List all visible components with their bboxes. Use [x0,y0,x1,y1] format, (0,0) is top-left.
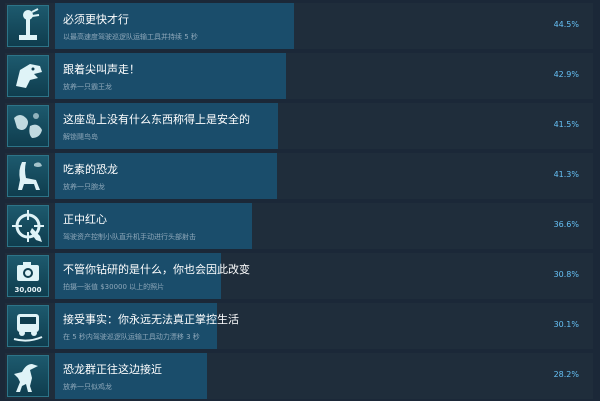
achievement-row[interactable]: 恐龙群正往这边接近 放养一只似鸡龙 28.2% [5,353,593,399]
achievement-description: 放养一只腕龙 [63,183,105,191]
achievement-description: 驾驶资产控制小队直升机手动进行头部射击 [63,233,196,241]
gallimimus-icon [7,355,49,397]
trex-head-icon [7,55,49,97]
achievement-row[interactable]: 正中红心 驾驶资产控制小队直升机手动进行头部射击 36.6% [5,203,593,249]
achievement-row[interactable]: 吃素的恐龙 放养一只腕龙 41.3% [5,153,593,199]
island-map-icon [7,105,49,147]
achievement-list: 必须更快才行 以最高速度驾驶巡逻队运输工具并持续 5 秒 44.5% 跟着尖叫声… [0,0,600,401]
achievement-row[interactable]: 这座岛上没有什么东西称得上是安全的 解锁飓鸟岛 41.5% [5,103,593,149]
achievement-description: 拍摄一张值 $30000 以上的照片 [63,283,165,291]
unlock-percentage: 41.5% [553,120,579,129]
achievement-title: 恐龙群正往这边接近 [63,363,162,376]
brachiosaurus-icon [7,155,49,197]
achievement-title: 接受事实：你永远无法真正掌控生活 [63,313,239,326]
achievement-row[interactable]: 必须更快才行 以最高速度驾驶巡逻队运输工具并持续 5 秒 44.5% [5,3,593,49]
unlock-percentage: 41.3% [553,170,579,179]
unlock-percentage: 42.9% [553,70,579,79]
joystick-icon [7,5,49,47]
unlock-percentage: 36.6% [553,220,579,229]
achievement-title: 必须更快才行 [63,13,129,26]
crosshair-icon [7,205,49,247]
unlock-percentage: 44.5% [553,20,579,29]
achievement-title: 吃素的恐龙 [63,163,118,176]
achievement-title: 正中红心 [63,213,107,226]
achievement-title: 这座岛上没有什么东西称得上是安全的 [63,113,250,126]
achievement-description: 在 5 秒内驾驶巡逻队运输工具动力漂移 3 秒 [63,333,200,341]
achievement-description: 放养一只霸王龙 [63,83,112,91]
achievement-description: 解锁飓鸟岛 [63,133,98,141]
achievement-row[interactable]: 接受事实：你永远无法真正掌控生活 在 5 秒内驾驶巡逻队运输工具动力漂移 3 秒… [5,303,593,349]
achievement-row[interactable]: 跟着尖叫声走！ 放养一只霸王龙 42.9% [5,53,593,99]
drift-car-icon [7,305,49,347]
unlock-percentage: 28.2% [553,370,579,379]
achievement-title: 不管你钻研的是什么，你也会因此改变 [63,263,250,276]
achievement-description: 放养一只似鸡龙 [63,383,112,391]
camera-value-caption: 30,000 [14,286,42,294]
unlock-percentage: 30.1% [553,320,579,329]
achievement-description: 以最高速度驾驶巡逻队运输工具并持续 5 秒 [63,33,198,41]
achievement-row[interactable]: 30,000 不管你钻研的是什么，你也会因此改变 拍摄一张值 $30000 以上… [5,253,593,299]
camera-icon: 30,000 [7,255,49,297]
unlock-percentage: 30.8% [553,270,579,279]
achievement-title: 跟着尖叫声走！ [63,63,140,76]
